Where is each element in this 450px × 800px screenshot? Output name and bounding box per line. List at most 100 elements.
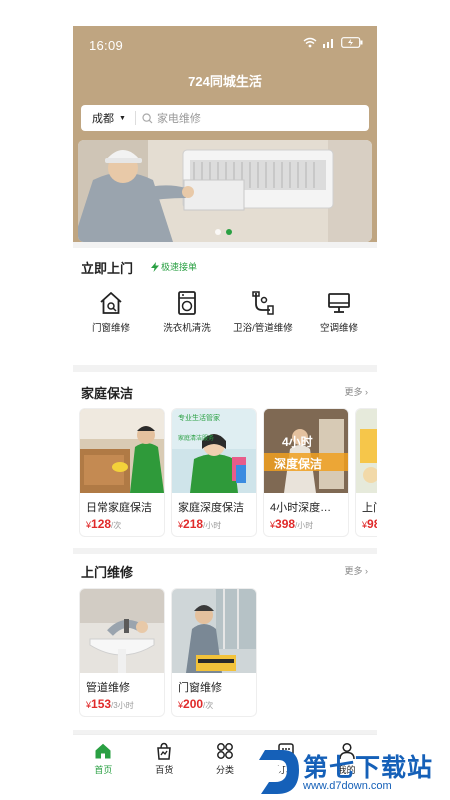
tab-label: 分类 xyxy=(215,765,234,775)
section-title: 上门维修 xyxy=(81,565,134,580)
service-item-bath-pipe[interactable]: 卫浴/管道维修 xyxy=(225,290,301,335)
cleaning-photo xyxy=(356,409,377,493)
product-name: 家庭深度保洁 xyxy=(178,502,244,514)
product-row: 管道维修 ¥153/3小时 门窗维修 ¥200/次 xyxy=(80,589,256,716)
product-price: ¥218/小时 xyxy=(178,517,222,531)
banner-pagination xyxy=(215,229,232,235)
service-item-air-conditioner[interactable]: 空调维修 xyxy=(301,290,377,335)
price-value: 398 xyxy=(275,517,296,531)
service-label: 空调维修 xyxy=(319,323,358,334)
grid-icon xyxy=(217,743,233,759)
product-price: ¥128/次 xyxy=(86,517,122,531)
home-cleaning-section: 家庭保洁 更多 › 日常家庭保洁 ¥128/次 专业生活管家 家庭清洁服务 家庭… xyxy=(73,372,377,548)
product-price: ¥153/3小时 xyxy=(86,697,134,711)
more-link[interactable]: 更多 › xyxy=(344,385,368,398)
price-value: 218 xyxy=(183,517,204,531)
tab-label: 百货 xyxy=(155,765,174,775)
search-divider xyxy=(134,111,136,125)
service-label: 洗衣机清洗 xyxy=(163,323,211,334)
image-caption: 家庭清洁服务 xyxy=(178,436,215,442)
tab-label: 首页 xyxy=(94,765,113,775)
status-time: 16:09 xyxy=(89,38,124,53)
pagination-dot[interactable] xyxy=(215,229,221,235)
shopping-bag-icon xyxy=(157,742,172,760)
price-unit: /次 xyxy=(111,521,122,530)
product-price: ¥398/小时 xyxy=(270,517,314,531)
service-label: 卫浴/管道维修 xyxy=(233,323,293,334)
cleaning-photo xyxy=(264,409,348,493)
product-name: 日常家庭保洁 xyxy=(86,502,152,514)
image-caption: 4小时 xyxy=(282,435,313,449)
repair-section: 上门维修 更多 › 管道维修 ¥153/3小时 门窗维修 ¥200/次 xyxy=(73,554,377,730)
price-value: 128 xyxy=(91,517,112,531)
price-unit: /小时 xyxy=(203,521,222,530)
product-card[interactable]: 上门… ¥98 xyxy=(356,409,377,536)
section-title: 立即上门 xyxy=(81,261,134,276)
tab-goods[interactable]: 百货 xyxy=(134,735,195,780)
city-selector[interactable]: 成都 ▼ xyxy=(81,110,126,126)
promo-banner[interactable] xyxy=(78,140,372,242)
chevron-right-icon: › xyxy=(365,387,368,397)
battery-icon xyxy=(341,37,363,48)
wifi-icon xyxy=(303,37,317,48)
price-value: 98 xyxy=(367,517,377,531)
price-unit: /次 xyxy=(203,701,214,710)
product-image: 4小时 深度保洁 xyxy=(264,409,348,493)
product-image xyxy=(356,409,377,493)
product-card[interactable]: 门窗维修 ¥200/次 xyxy=(172,589,256,716)
service-label: 门窗维修 xyxy=(91,323,130,334)
search-input[interactable]: 家电维修 xyxy=(142,110,369,126)
phone-screen: 16:09 724同城生活 成都 ▼ 家电维修 立即上门 极速接单 门窗维修 洗… xyxy=(73,26,377,780)
product-card[interactable]: 日常家庭保洁 ¥128/次 xyxy=(80,409,164,536)
product-card[interactable]: 4小时 深度保洁 4小时深度… ¥398/小时 xyxy=(264,409,348,536)
more-label: 更多 xyxy=(344,387,363,397)
more-label: 更多 xyxy=(344,566,363,576)
product-image xyxy=(80,409,164,493)
tab-category[interactable]: 分类 xyxy=(195,735,256,780)
image-caption: 专业生活管家 xyxy=(178,415,220,422)
d7-logo-icon xyxy=(259,750,299,794)
search-icon xyxy=(142,112,153,123)
badge-text: 极速接单 xyxy=(161,262,198,272)
repair-photo xyxy=(172,589,256,673)
product-name: 管道维修 xyxy=(86,682,130,694)
pagination-dot-active[interactable] xyxy=(226,229,232,235)
tab-home[interactable]: 首页 xyxy=(73,735,134,780)
washing-machine-icon xyxy=(178,291,196,315)
status-bar: 16:09 xyxy=(73,26,377,64)
cleaning-photo xyxy=(80,409,164,493)
watermark-url: www.d7down.com xyxy=(303,780,392,792)
price-value: 153 xyxy=(91,697,112,711)
service-grid: 门窗维修 洗衣机清洗 卫浴/管道维修 空调维修 xyxy=(73,290,377,335)
search-bar: 成都 ▼ 家电维修 xyxy=(81,105,369,131)
banner-image xyxy=(78,140,372,242)
price-value: 200 xyxy=(183,697,204,711)
service-item-door-window[interactable]: 门窗维修 xyxy=(73,290,149,335)
product-card[interactable]: 管道维修 ¥153/3小时 xyxy=(80,589,164,716)
image-caption: 深度保洁 xyxy=(274,457,323,471)
door-service-section: 立即上门 极速接单 门窗维修 洗衣机清洗 卫浴/管道维修 空调维修 xyxy=(73,248,377,365)
section-title: 家庭保洁 xyxy=(81,386,134,401)
repair-photo xyxy=(80,589,164,673)
product-name: 4小时深度… xyxy=(270,502,332,514)
app-title: 724同城生活 xyxy=(188,74,262,89)
product-price: ¥200/次 xyxy=(178,697,214,711)
watermark-title: 第七下载站 xyxy=(303,754,434,782)
chevron-right-icon: › xyxy=(365,566,368,576)
product-card[interactable]: 专业生活管家 家庭清洁服务 家庭深度保洁 ¥218/小时 xyxy=(172,409,256,536)
house-icon xyxy=(100,292,122,314)
price-unit: /3小时 xyxy=(111,701,134,710)
product-row: 日常家庭保洁 ¥128/次 专业生活管家 家庭清洁服务 家庭深度保洁 ¥218/… xyxy=(80,409,377,536)
product-image: 专业生活管家 家庭清洁服务 xyxy=(172,409,256,493)
city-label: 成都 xyxy=(92,113,114,125)
service-item-washing-machine[interactable]: 洗衣机清洗 xyxy=(149,290,225,335)
product-name: 上门… xyxy=(362,502,377,514)
more-link[interactable]: 更多 › xyxy=(344,564,368,577)
status-icons xyxy=(303,37,363,48)
home-icon xyxy=(95,743,111,759)
price-unit: /小时 xyxy=(295,521,314,530)
search-placeholder: 家电维修 xyxy=(156,113,201,125)
product-image xyxy=(80,589,164,673)
site-watermark: 第七下载站 www.d7down.com xyxy=(255,742,450,800)
fast-order-badge: 极速接单 xyxy=(151,260,197,273)
